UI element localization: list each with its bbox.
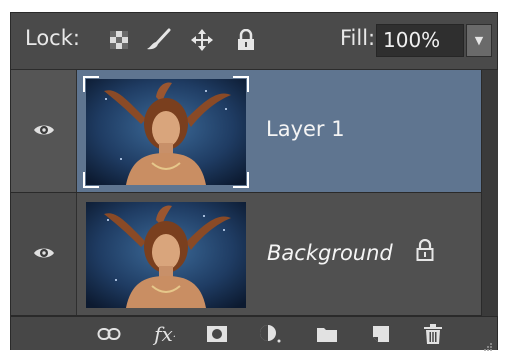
adjustment-layer-icon[interactable] [257,321,285,347]
fill-label: Fill: [340,26,376,50]
visibility-toggle[interactable] [11,70,77,192]
layer-thumbnail[interactable] [83,76,249,188]
lock-transparent-pixels-icon[interactable] [106,27,132,53]
layer-lock-icon[interactable] [416,238,434,265]
new-layer-icon[interactable] [367,321,395,347]
layer-style-fx-icon[interactable]: fx. [151,321,179,347]
eye-icon[interactable] [33,245,55,264]
layers-panel: Lock: Fill: 100% ▼ Layer 1 Background fx… [10,12,498,351]
fill-dropdown-button[interactable]: ▼ [466,24,492,57]
thumbnail-image [86,202,246,308]
eye-icon[interactable] [33,122,55,141]
chevron-down-icon: ▼ [474,34,484,47]
lock-position-icon[interactable] [189,27,215,53]
layers-bottom-toolbar: fx. [11,316,497,351]
lock-all-icon[interactable] [233,27,259,53]
layer-thumbnail[interactable] [83,199,249,311]
fill-opacity-input[interactable]: 100% [376,24,464,57]
thumbnail-image [86,79,246,185]
resize-grip-icon[interactable] [483,337,493,351]
visibility-toggle[interactable] [11,193,77,315]
link-layers-icon[interactable] [95,321,123,347]
delete-layer-icon[interactable] [419,321,447,347]
layer-name[interactable]: Background [267,241,393,265]
new-group-folder-icon[interactable] [313,321,341,347]
layer-row-layer-1[interactable]: Layer 1 [11,70,481,193]
lock-image-pixels-icon[interactable] [145,27,171,53]
layer-row-background[interactable]: Background [11,193,481,316]
add-mask-icon[interactable] [203,321,231,347]
layer-name[interactable]: Layer 1 [266,117,345,141]
lock-fill-bar: Lock: Fill: 100% ▼ [11,13,497,70]
lock-label: Lock: [25,26,80,50]
layers-scrollbar[interactable] [481,70,498,316]
